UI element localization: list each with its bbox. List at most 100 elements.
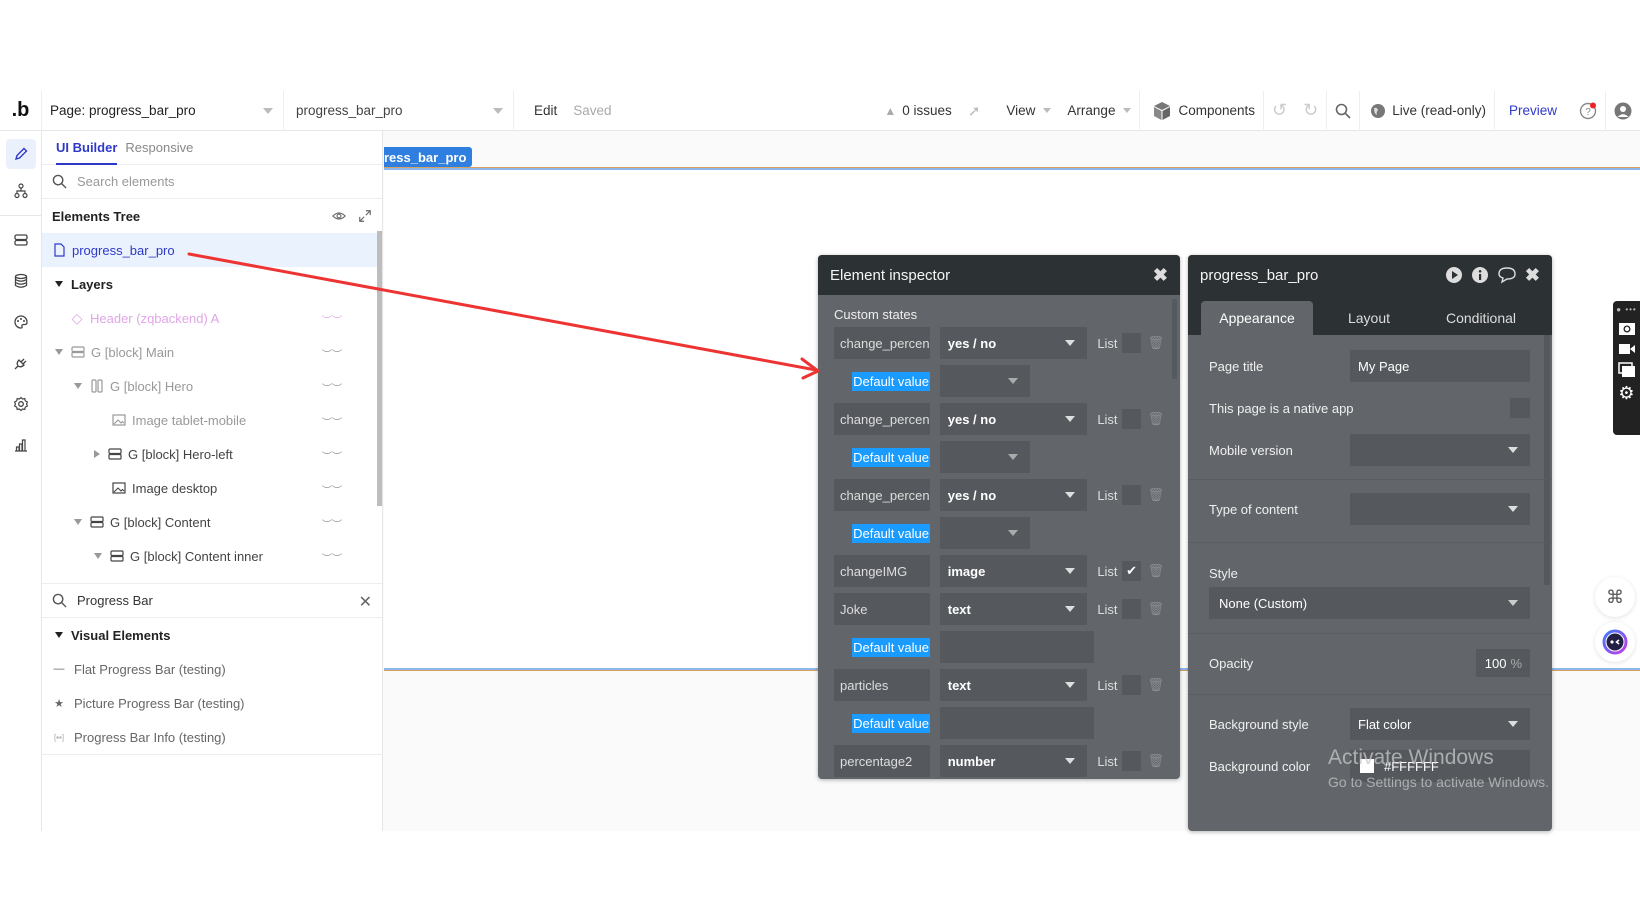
tree-item-header[interactable]: ◇ Header (zqbackend) A ︶︶ <box>42 301 382 335</box>
preview-button[interactable]: Preview <box>1495 91 1571 131</box>
default-value-dropdown[interactable] <box>940 365 1030 397</box>
list-checkbox[interactable] <box>1121 751 1142 771</box>
default-value-input[interactable] <box>940 707 1094 739</box>
tab-conditional[interactable]: Conditional <box>1425 301 1537 335</box>
rail-database-button[interactable] <box>6 266 36 296</box>
more-icon[interactable]: ● ••• <box>1616 305 1636 314</box>
hidden-eye-icon[interactable]: ︶︶ <box>322 516 342 531</box>
element-selector[interactable]: progress_bar_pro <box>284 90 514 131</box>
trash-icon[interactable]: 🗑 <box>1147 677 1164 693</box>
state-type-dropdown[interactable]: image <box>939 555 1088 587</box>
palette-item-progress-bar-info[interactable]: [▪▪] Progress Bar Info (testing) <box>42 720 382 754</box>
search-elements-input[interactable] <box>77 174 327 189</box>
hidden-eye-icon[interactable]: ︶︶ <box>322 550 342 565</box>
mobile-version-dropdown[interactable] <box>1350 434 1530 466</box>
tree-item-image-desktop[interactable]: Image desktop ︶︶ <box>42 471 382 505</box>
edit-button[interactable]: Edit <box>514 91 565 131</box>
state-type-dropdown[interactable]: yes / no <box>939 479 1088 511</box>
tree-item-hero[interactable]: G [block] Hero ︶︶ <box>42 369 382 403</box>
state-type-dropdown[interactable]: yes / no <box>939 403 1088 435</box>
video-camera-icon[interactable] <box>1618 342 1636 356</box>
assistant-button[interactable] <box>1595 622 1635 662</box>
state-type-dropdown[interactable]: text <box>939 669 1088 701</box>
trash-icon[interactable]: 🗑 <box>1147 601 1164 617</box>
trash-icon[interactable]: 🗑 <box>1147 753 1164 769</box>
rail-plugins-button[interactable] <box>6 348 36 378</box>
play-icon[interactable] <box>1445 266 1463 284</box>
tab-appearance[interactable]: Appearance <box>1201 301 1313 335</box>
tree-scrollbar[interactable] <box>377 231 382 506</box>
palette-search-input[interactable] <box>77 593 327 608</box>
caret-down-icon[interactable] <box>74 519 82 525</box>
page-title-input[interactable]: My Page <box>1350 350 1530 382</box>
caret-down-icon[interactable] <box>55 281 63 287</box>
state-name-input[interactable]: change_percen <box>834 479 930 511</box>
state-name-input[interactable]: changeIMG <box>834 555 930 587</box>
undo-button[interactable]: ↺ <box>1264 91 1295 131</box>
inspector-scrollbar[interactable] <box>1172 299 1177 379</box>
tab-responsive[interactable]: Responsive <box>125 131 193 165</box>
canvas-page-label[interactable]: ress_bar_pro <box>384 147 473 167</box>
close-icon[interactable]: ✖ <box>1153 265 1168 286</box>
tree-item-content-inner[interactable]: G [block] Content inner ︶︶ <box>42 539 382 573</box>
tab-layout[interactable]: Layout <box>1313 301 1425 335</box>
windows-icon[interactable] <box>1617 362 1636 378</box>
trash-icon[interactable]: 🗑 <box>1147 411 1164 427</box>
view-menu[interactable]: View <box>988 91 1059 131</box>
caret-down-icon[interactable] <box>94 553 102 559</box>
expand-icon[interactable] <box>358 209 372 223</box>
background-color-picker[interactable]: #FFFFFF <box>1350 750 1530 782</box>
rail-design-button[interactable] <box>6 139 36 169</box>
rail-settings-button[interactable] <box>6 389 36 419</box>
trash-icon[interactable]: 🗑 <box>1147 563 1164 579</box>
redo-button[interactable]: ↻ <box>1295 91 1326 131</box>
bubble-logo[interactable]: .b <box>0 90 42 131</box>
background-style-dropdown[interactable]: Flat color <box>1350 708 1530 740</box>
arrange-menu[interactable]: Arrange <box>1059 91 1139 131</box>
info-icon[interactable] <box>1471 266 1489 284</box>
caret-down-icon[interactable] <box>55 632 63 638</box>
tree-item-image-tablet[interactable]: Image tablet-mobile ︶︶ <box>42 403 382 437</box>
camera-icon[interactable] <box>1618 320 1636 336</box>
state-name-input[interactable]: change_percen <box>834 403 930 435</box>
state-name-input[interactable]: percentage2 <box>834 745 930 777</box>
tree-item-content[interactable]: G [block] Content ︶︶ <box>42 505 382 539</box>
search-button[interactable] <box>1327 91 1359 131</box>
hidden-eye-icon[interactable]: ︶︶ <box>322 482 342 497</box>
page-selector[interactable]: Page: progress_bar_pro <box>42 90 284 131</box>
tree-item-page[interactable]: progress_bar_pro <box>42 233 382 267</box>
default-value-dropdown[interactable] <box>940 517 1030 549</box>
palette-item-picture-progress-bar[interactable]: ★ Picture Progress Bar (testing) <box>42 686 382 720</box>
inspect-cursor-button[interactable]: ➚ <box>960 91 989 131</box>
palette-item-flat-progress-bar[interactable]: — Flat Progress Bar (testing) <box>42 652 382 686</box>
state-type-dropdown[interactable]: text <box>939 593 1088 625</box>
trash-icon[interactable]: 🗑 <box>1147 335 1164 351</box>
caret-right-icon[interactable] <box>94 450 100 458</box>
state-name-input[interactable]: Joke <box>834 593 930 625</box>
inspector-header[interactable]: Element inspector ✖ <box>818 255 1180 295</box>
rail-data-button[interactable] <box>6 225 36 255</box>
hidden-eye-icon[interactable]: ︶︶ <box>322 312 342 327</box>
hidden-eye-icon[interactable]: ︶︶ <box>322 346 342 361</box>
tree-item-layers[interactable]: Layers <box>42 267 382 301</box>
gear-icon[interactable]: ⚙ <box>1618 384 1634 402</box>
eye-icon[interactable] <box>332 209 346 223</box>
style-dropdown[interactable]: None (Custom) <box>1209 587 1530 619</box>
opacity-input[interactable]: 100 % <box>1476 649 1530 677</box>
comment-icon[interactable] <box>1497 266 1517 284</box>
caret-down-icon[interactable] <box>74 383 82 389</box>
state-type-dropdown[interactable]: number <box>939 745 1088 777</box>
color-swatch[interactable] <box>1360 759 1374 773</box>
state-type-dropdown[interactable]: yes / no <box>939 327 1088 359</box>
list-checkbox[interactable] <box>1121 333 1142 353</box>
default-value-dropdown[interactable] <box>940 441 1030 473</box>
default-value-input[interactable] <box>940 631 1094 663</box>
hidden-eye-icon[interactable]: ︶︶ <box>322 448 342 463</box>
list-checkbox[interactable] <box>1121 675 1142 695</box>
native-app-checkbox[interactable] <box>1510 398 1530 418</box>
list-checkbox[interactable]: ✔ <box>1121 561 1142 581</box>
rail-logs-button[interactable] <box>6 430 36 460</box>
list-checkbox[interactable] <box>1121 599 1142 619</box>
list-checkbox[interactable] <box>1121 485 1142 505</box>
issues-button[interactable]: ▲ 0 issues <box>876 91 959 131</box>
